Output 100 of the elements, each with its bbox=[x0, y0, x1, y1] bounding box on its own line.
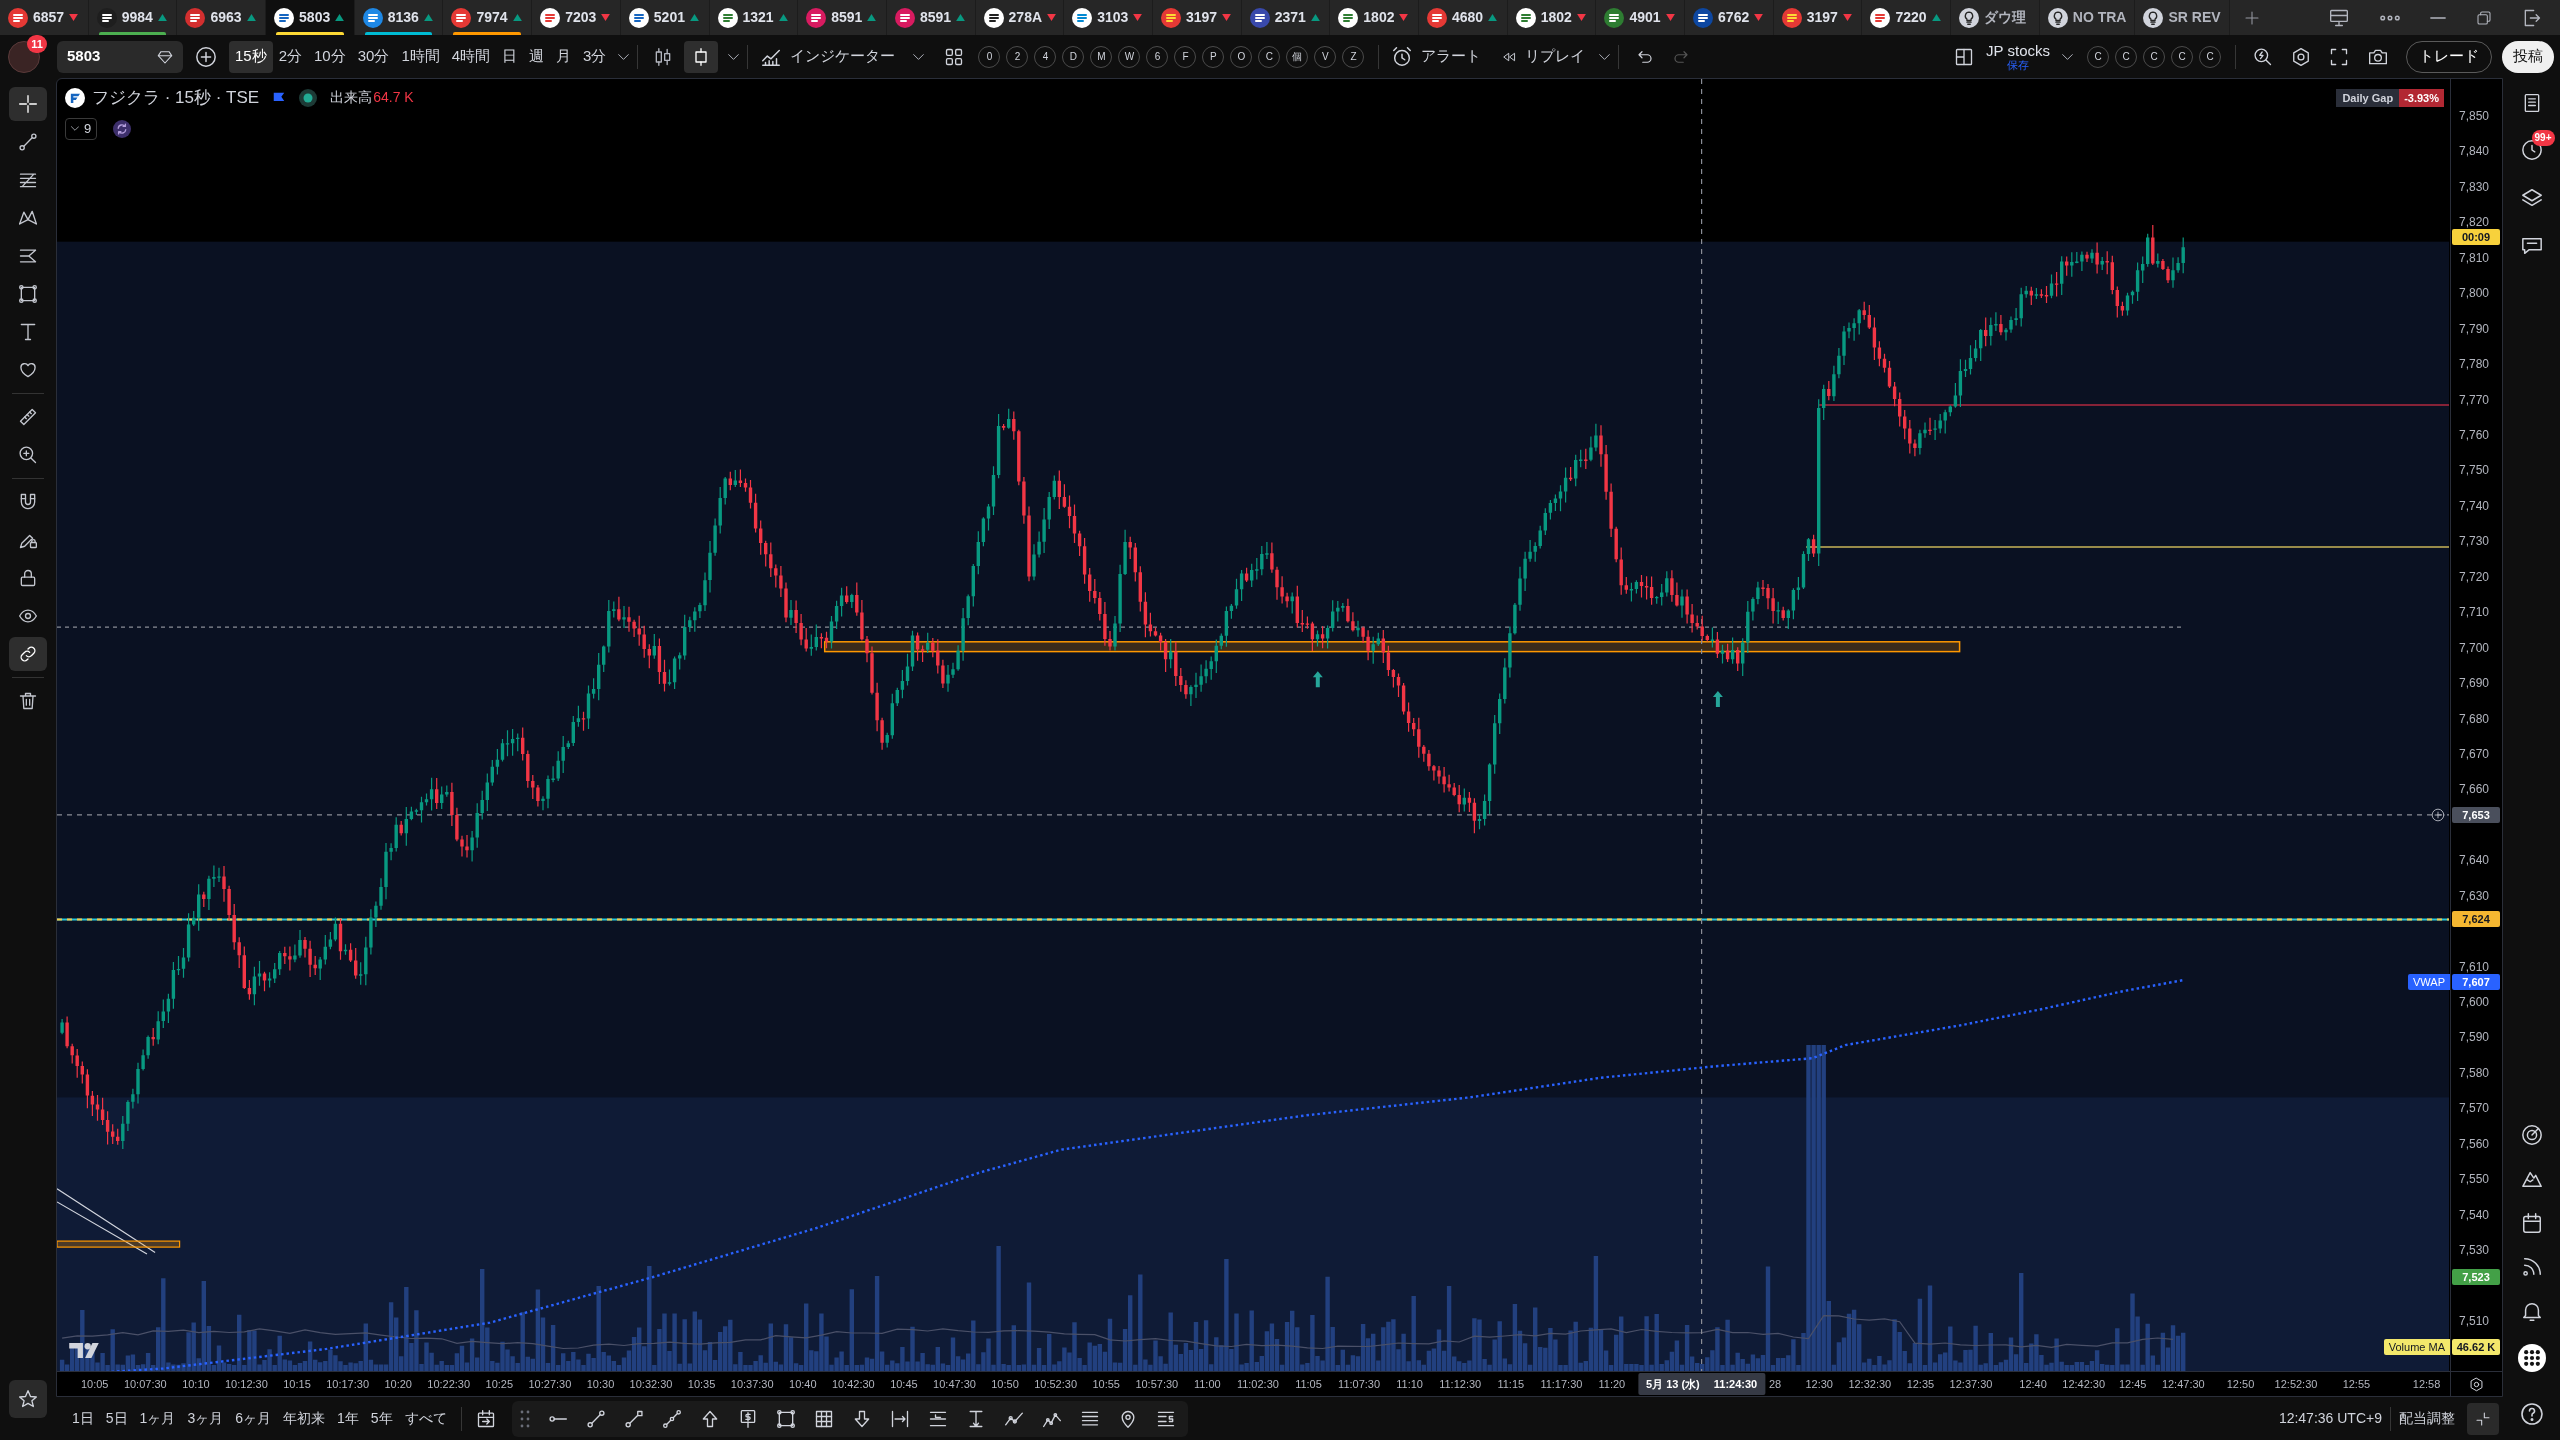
drawing-tool[interactable] bbox=[9, 87, 47, 121]
search-icon[interactable] bbox=[2253, 46, 2273, 67]
collapse-button[interactable] bbox=[2467, 1402, 2499, 1435]
range-option[interactable]: 6ヶ月 bbox=[229, 1403, 277, 1434]
indicators-toggle[interactable]: 9 bbox=[65, 117, 98, 140]
logo-icon bbox=[1338, 7, 1359, 28]
caret-icon[interactable] bbox=[2062, 53, 2073, 60]
price-label: 7,630 bbox=[2459, 888, 2490, 903]
drag-handle-icon[interactable] bbox=[519, 1409, 530, 1428]
help-icon[interactable] bbox=[2519, 1402, 2544, 1426]
apps-icon[interactable] bbox=[2517, 1344, 2546, 1372]
go-to-date-icon[interactable] bbox=[475, 1408, 496, 1429]
time-label: 10:30 bbox=[586, 1377, 615, 1391]
trend-line-icon[interactable] bbox=[585, 1408, 606, 1429]
layout-menu[interactable]: JP stocks 保存 bbox=[1986, 42, 2050, 71]
layers-icon[interactable] bbox=[2520, 187, 2543, 209]
ruler-icon[interactable] bbox=[18, 407, 38, 427]
zoom-in-icon[interactable] bbox=[18, 445, 38, 465]
favorites-button[interactable] bbox=[9, 1380, 47, 1418]
indicators-menu[interactable]: インジケーター bbox=[756, 40, 900, 73]
restore-icon[interactable] bbox=[2476, 9, 2492, 26]
more-icon[interactable] bbox=[2380, 14, 2400, 21]
replay-menu[interactable]: リプレイ bbox=[1497, 40, 1590, 73]
interval-option[interactable]: 月 bbox=[550, 40, 578, 73]
arrow-up-icon bbox=[1312, 671, 1323, 688]
caret-icon[interactable] bbox=[1599, 53, 1611, 60]
interval-option[interactable]: 15秒 bbox=[229, 40, 273, 73]
interval-option[interactable]: 30分 bbox=[351, 40, 396, 73]
chart-style-option[interactable] bbox=[684, 40, 719, 73]
drawing-tool[interactable] bbox=[9, 637, 47, 671]
time-label: 10:50 bbox=[991, 1377, 1019, 1391]
range-option[interactable]: 1日 bbox=[66, 1403, 100, 1434]
logo-icon bbox=[451, 7, 472, 28]
price-label: 7,810 bbox=[2459, 250, 2490, 265]
plus-circle-icon[interactable] bbox=[195, 45, 217, 68]
interval-option[interactable]: 1時間 bbox=[395, 40, 446, 73]
caret-icon[interactable] bbox=[913, 53, 925, 60]
bell-icon[interactable] bbox=[2520, 1300, 2543, 1322]
clock-icon[interactable] bbox=[2520, 139, 2543, 161]
target-icon[interactable] bbox=[2520, 1124, 2543, 1146]
adjustment-option[interactable]: 配当調整 bbox=[2399, 1408, 2455, 1429]
magnet-icon[interactable] bbox=[18, 492, 38, 512]
plus-icon[interactable] bbox=[2243, 9, 2260, 26]
calendar-icon[interactable] bbox=[2520, 1212, 2543, 1234]
logo-icon bbox=[8, 7, 28, 28]
range-option[interactable]: 年初来 bbox=[277, 1403, 331, 1434]
layout-icon[interactable] bbox=[1954, 46, 1975, 67]
interval-option[interactable]: 週 bbox=[523, 40, 551, 73]
grid-icon[interactable] bbox=[944, 46, 965, 67]
price-label: 7,850 bbox=[2459, 109, 2490, 123]
range-option[interactable]: 1ヶ月 bbox=[133, 1403, 182, 1434]
rss-icon[interactable] bbox=[2520, 1256, 2543, 1278]
time-label: 10:32:30 bbox=[629, 1377, 673, 1391]
grid-icon[interactable] bbox=[813, 1408, 834, 1429]
symbol-search-field[interactable]: 5803 bbox=[57, 40, 183, 73]
caret-icon[interactable] bbox=[728, 53, 740, 60]
symbol-tab[interactable]: 5803 bbox=[266, 0, 355, 35]
projection-icon[interactable] bbox=[18, 246, 38, 266]
price-label: 7,550 bbox=[2459, 1172, 2490, 1187]
monitor-icon[interactable] bbox=[2328, 7, 2350, 28]
heart-icon[interactable] bbox=[18, 360, 38, 380]
logo-icon bbox=[96, 7, 117, 28]
rectangle-icon[interactable] bbox=[775, 1408, 796, 1429]
range-option[interactable]: 5日 bbox=[99, 1403, 134, 1434]
publish-button[interactable]: 投稿 bbox=[2502, 40, 2554, 73]
lock-icon[interactable] bbox=[18, 568, 38, 588]
caret-icon bbox=[71, 126, 79, 131]
alerts-menu[interactable]: アラート bbox=[1387, 40, 1486, 73]
logo-icon bbox=[1870, 7, 1891, 28]
date-range-icon[interactable] bbox=[889, 1408, 910, 1429]
diamond-icon[interactable] bbox=[157, 48, 173, 65]
interval-option[interactable]: 4時間 bbox=[445, 40, 497, 73]
line-tool-icon[interactable] bbox=[623, 1408, 644, 1429]
rectangle-icon[interactable] bbox=[18, 284, 38, 304]
trash-icon[interactable] bbox=[18, 691, 38, 711]
settings-icon[interactable] bbox=[2469, 1376, 2484, 1392]
multi-point-line-icon[interactable] bbox=[661, 1408, 682, 1429]
sync-icon[interactable] bbox=[113, 119, 132, 138]
alarm-clock-icon bbox=[1391, 45, 1414, 68]
indicator-label: VWAP bbox=[2408, 974, 2450, 991]
fullscreen-icon[interactable] bbox=[2329, 46, 2349, 67]
text-icon[interactable] bbox=[18, 322, 38, 342]
daily-gap-value: -3.93% bbox=[2399, 89, 2444, 107]
interval-option[interactable]: 日 bbox=[496, 40, 524, 73]
interval-option[interactable]: 2分 bbox=[272, 40, 309, 73]
range-option[interactable]: 5年 bbox=[364, 1403, 399, 1434]
interval-option[interactable]: 3分 bbox=[577, 40, 613, 73]
range-option[interactable]: 3ヶ月 bbox=[181, 1403, 230, 1434]
trend-line-icon[interactable] bbox=[18, 132, 38, 152]
status-dot-icon bbox=[299, 88, 318, 107]
range-option[interactable]: 1年 bbox=[331, 1403, 365, 1434]
chat-icon[interactable] bbox=[2520, 235, 2543, 257]
plus-circle-icon[interactable] bbox=[2431, 808, 2445, 822]
price-label: 7,640 bbox=[2459, 853, 2490, 868]
interval-option[interactable]: 10分 bbox=[308, 40, 352, 73]
range-option[interactable]: すべて bbox=[398, 1403, 453, 1434]
caret-icon[interactable] bbox=[618, 53, 630, 60]
exit-icon[interactable] bbox=[2522, 7, 2542, 28]
settings-icon[interactable] bbox=[2291, 46, 2311, 67]
minimize-icon[interactable] bbox=[2430, 16, 2446, 19]
